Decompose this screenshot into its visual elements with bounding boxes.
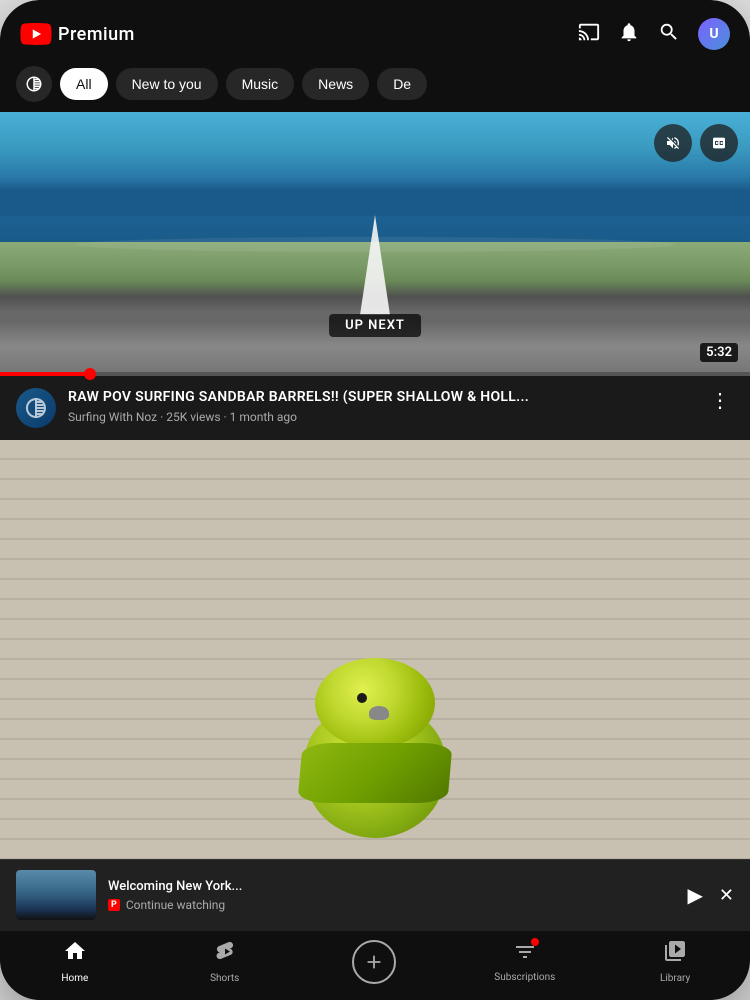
mute-button[interactable]	[654, 124, 692, 162]
home-icon	[63, 939, 87, 969]
tab-new-to-you[interactable]: New to you	[116, 68, 218, 100]
progress-fill	[0, 372, 90, 376]
tab-de[interactable]: De	[377, 68, 427, 100]
home-label: Home	[61, 973, 88, 984]
premium-label: Premium	[58, 24, 135, 45]
tab-explore-icon[interactable]	[16, 66, 52, 102]
mini-continue-text: Continue watching	[126, 898, 225, 912]
subscriptions-label: Subscriptions	[494, 972, 555, 983]
video-text: RAW POV SURFING SANDBAR BARRELS!! (SUPER…	[68, 388, 694, 424]
header-right: U	[578, 18, 730, 50]
shorts-label: Shorts	[210, 973, 239, 984]
video-duration: 5:32	[700, 343, 738, 362]
up-next-badge: UP NEXT	[329, 314, 421, 337]
mini-player-actions: ▶ ✕	[688, 883, 734, 907]
add-button[interactable]	[352, 940, 396, 984]
nav-item-shorts[interactable]: Shorts	[195, 939, 255, 984]
cast-icon[interactable]	[578, 21, 600, 48]
header: Premium U	[0, 0, 750, 60]
video-controls-top	[654, 124, 738, 162]
tab-music[interactable]: Music	[226, 68, 295, 100]
mini-play-button[interactable]: ▶	[688, 883, 703, 907]
phone-frame: Premium U	[0, 0, 750, 1000]
mini-player-title: Welcoming New York...	[108, 879, 358, 894]
mini-player-thumbnail	[16, 870, 96, 920]
tabs-container: All New to you Music News De	[0, 60, 750, 112]
nav-item-subscriptions[interactable]: Subscriptions	[494, 940, 555, 983]
mini-continue-row: P Continue watching	[108, 898, 676, 912]
more-options-button[interactable]: ⋮	[706, 388, 734, 412]
mini-thumb-img	[16, 870, 96, 920]
video-info-row: RAW POV SURFING SANDBAR BARRELS!! (SUPER…	[0, 376, 750, 440]
bottom-nav: Home Shorts	[0, 930, 750, 1000]
tab-news[interactable]: News	[302, 68, 369, 100]
youtube-icon	[20, 23, 52, 45]
mini-close-button[interactable]: ✕	[719, 885, 734, 906]
progress-dot	[84, 368, 96, 380]
avatar[interactable]: U	[698, 18, 730, 50]
search-icon[interactable]	[658, 21, 680, 48]
tab-all[interactable]: All	[60, 68, 108, 100]
nav-item-add[interactable]	[344, 940, 404, 984]
library-label: Library	[660, 973, 690, 984]
channel-avatar[interactable]	[16, 388, 56, 428]
library-icon	[663, 939, 687, 969]
nav-item-home[interactable]: Home	[45, 939, 105, 984]
video-meta: Surfing With Noz · 25K views · 1 month a…	[68, 410, 694, 424]
mini-player-info: Welcoming New York... P Continue watchin…	[108, 879, 676, 912]
notifications-icon[interactable]	[618, 21, 640, 48]
channel-avatar-inner	[16, 388, 56, 428]
second-video[interactable]	[0, 440, 750, 859]
phone-inner: Premium U	[0, 0, 750, 1000]
subscriptions-badge	[531, 938, 539, 946]
header-left: Premium	[20, 23, 135, 45]
progress-bar[interactable]	[0, 372, 750, 376]
shorts-icon	[213, 939, 237, 969]
youtube-logo: Premium	[20, 23, 135, 45]
nav-item-library[interactable]: Library	[645, 939, 705, 984]
main-video-player[interactable]: UP NEXT 5:32	[0, 112, 750, 372]
mini-player: Welcoming New York... P Continue watchin…	[0, 859, 750, 930]
video-title[interactable]: RAW POV SURFING SANDBAR BARRELS!! (SUPER…	[68, 388, 694, 406]
subscriptions-icon-wrapper	[513, 940, 537, 968]
cc-button[interactable]	[700, 124, 738, 162]
premium-badge: P	[108, 899, 120, 911]
